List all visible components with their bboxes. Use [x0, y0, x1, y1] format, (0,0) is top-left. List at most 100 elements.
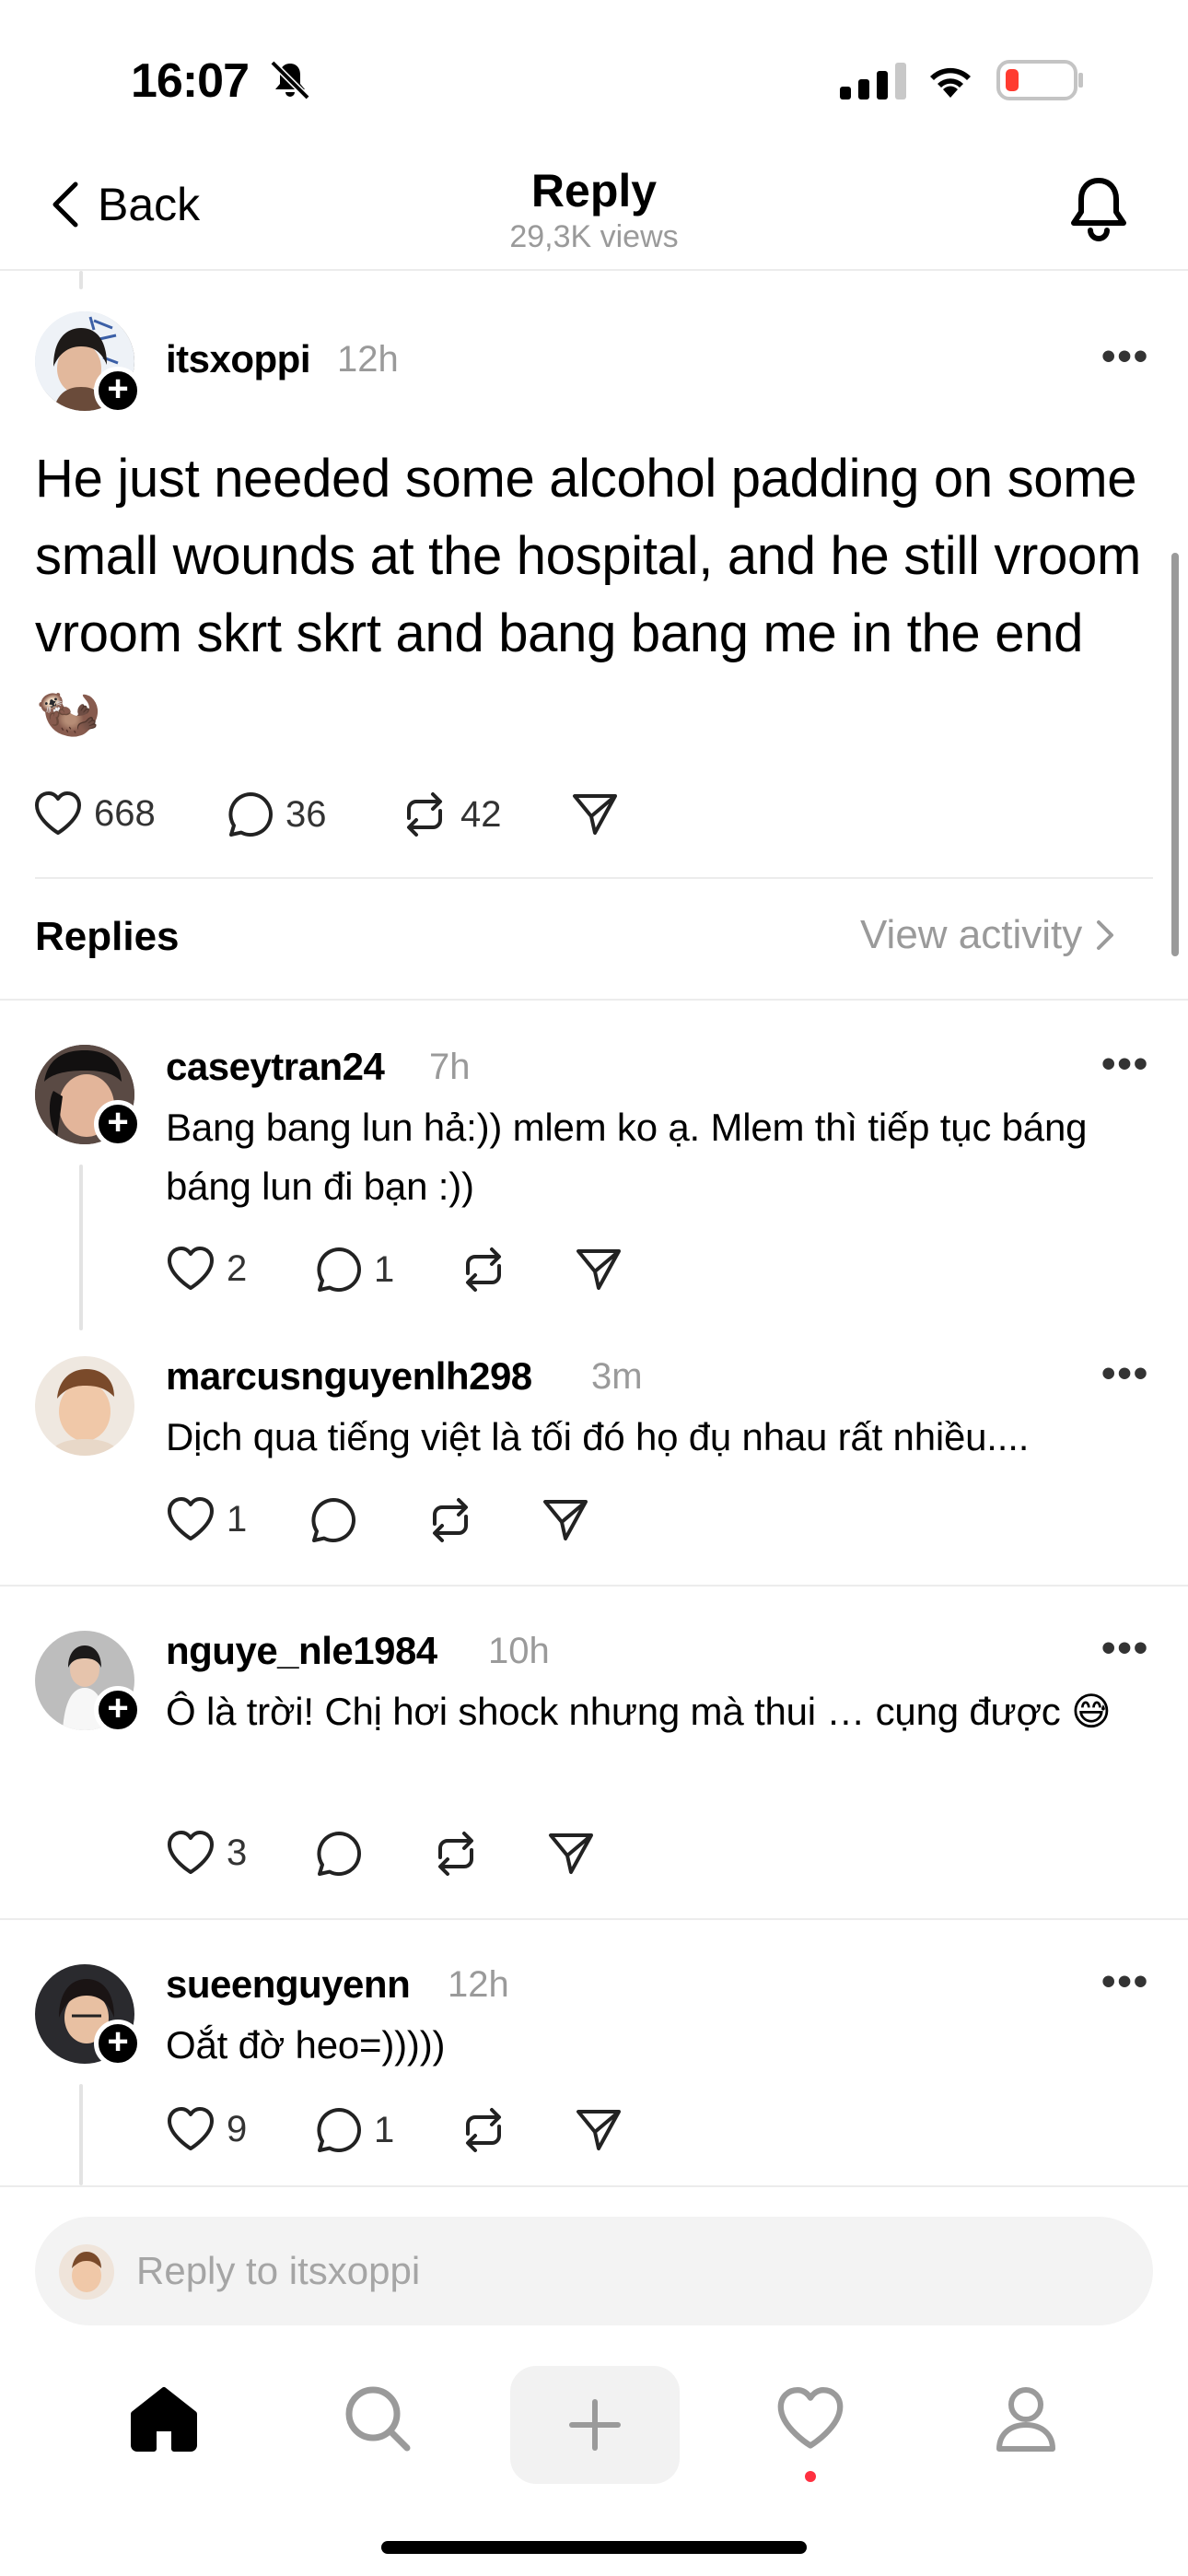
comment-button[interactable]	[309, 1496, 357, 1544]
reply-time: 3m	[591, 1356, 643, 1397]
status-time: 16:07	[131, 54, 250, 108]
share-button[interactable]	[547, 1830, 595, 1876]
view-activity-link[interactable]: View activity	[860, 912, 1115, 958]
repost-button[interactable]	[459, 2106, 508, 2154]
nav-profile[interactable]	[971, 2359, 1081, 2478]
divider	[0, 1918, 1188, 1920]
like-button[interactable]: 2	[166, 1246, 247, 1292]
thread-line	[79, 2084, 83, 2185]
like-count: 2	[227, 1247, 248, 1289]
post-time: 12h	[337, 339, 399, 380]
repost-button[interactable]	[431, 1830, 481, 1878]
replies-label: Replies	[35, 914, 180, 959]
home-icon	[131, 2387, 197, 2452]
repost-button[interactable]	[425, 1496, 475, 1544]
more-options-icon[interactable]: •••	[1101, 1625, 1149, 1671]
more-options-icon[interactable]: •••	[1101, 1959, 1149, 2005]
follow-plus-icon[interactable]: +	[94, 1100, 142, 1148]
profile-icon	[996, 2387, 1055, 2452]
more-options-icon[interactable]: •••	[1101, 1041, 1149, 1087]
thread-line	[79, 1165, 83, 1330]
share-button[interactable]	[542, 1496, 589, 1542]
like-button[interactable]: 3	[166, 1830, 247, 1876]
views-count: 29,3K views	[509, 219, 679, 254]
reply-time: 7h	[429, 1047, 471, 1087]
chevron-right-icon	[1097, 920, 1114, 950]
heart-icon	[777, 2387, 844, 2449]
home-indicator[interactable]	[381, 2541, 807, 2554]
follow-plus-icon[interactable]: +	[94, 2020, 142, 2067]
like-count: 3	[227, 1832, 248, 1873]
post-text: He just needed some alcohol padding on s…	[35, 449, 1141, 741]
repost-icon	[407, 792, 442, 837]
like-button[interactable]: 1	[166, 1496, 247, 1542]
battery-icon	[996, 60, 1083, 100]
more-options-icon[interactable]: •••	[1101, 334, 1149, 380]
send-icon	[577, 2110, 621, 2150]
avatar[interactable]	[35, 1356, 134, 1456]
divider	[0, 999, 1188, 1001]
heart-icon	[168, 1247, 214, 1290]
search-icon	[345, 2386, 411, 2452]
follow-plus-icon[interactable]: +	[94, 1686, 142, 1734]
nav-home[interactable]	[109, 2359, 219, 2478]
comment-button[interactable]	[315, 1830, 363, 1878]
reply-username[interactable]: caseytran24	[166, 1045, 385, 1089]
comment-count: 1	[374, 1248, 395, 1290]
like-count: 9	[227, 2108, 248, 2149]
reply-username[interactable]: sueenguyenn	[166, 1962, 411, 2007]
header: Back Reply 29,3K views	[0, 157, 1188, 271]
reply-time: 12h	[448, 1964, 509, 2005]
like-count: 668	[94, 792, 156, 834]
divider	[0, 2185, 1188, 2187]
reply-username[interactable]: nguye_nle1984	[166, 1629, 437, 1673]
comment-icon	[317, 1247, 361, 1292]
nav-create[interactable]	[510, 2366, 680, 2484]
comment-button[interactable]: 1	[315, 1246, 394, 1294]
bottom-nav	[0, 2359, 1188, 2488]
send-icon	[573, 794, 617, 835]
comment-icon	[317, 1832, 361, 1876]
share-button[interactable]	[571, 790, 619, 837]
send-icon	[549, 1833, 593, 1874]
repost-button[interactable]	[459, 1246, 508, 1294]
share-button[interactable]	[575, 2106, 623, 2152]
reply-text: Bang bang lun hả:)) mlem ko ạ. Mlem thì …	[166, 1106, 1088, 1208]
comment-icon	[311, 1498, 355, 1542]
reply-composer[interactable]	[35, 2217, 1153, 2325]
repost-button[interactable]: 42	[400, 790, 502, 838]
status-bar: 16:07	[0, 0, 1188, 138]
avatar-image	[35, 1356, 134, 1456]
nav-search[interactable]	[322, 2359, 433, 2478]
comment-button[interactable]: 36	[227, 790, 327, 838]
comment-count: 1	[374, 2109, 395, 2150]
like-count: 1	[227, 1498, 248, 1540]
comment-icon	[228, 792, 273, 837]
reply-text: Oắt đờ heo=)))))	[166, 2023, 446, 2067]
divider	[0, 1585, 1188, 1587]
share-button[interactable]	[575, 1246, 623, 1292]
nav-activity[interactable]	[755, 2359, 866, 2478]
view-activity-label: View activity	[860, 912, 1083, 957]
more-options-icon[interactable]: •••	[1101, 1351, 1149, 1397]
comment-button[interactable]: 1	[315, 2106, 394, 2154]
heart-icon	[168, 2107, 214, 2150]
page-title: Reply	[530, 165, 658, 217]
send-icon	[577, 1249, 621, 1290]
reply-username[interactable]: marcusnguyenlh298	[166, 1354, 532, 1399]
wifi-icon	[930, 67, 971, 98]
follow-plus-icon[interactable]: +	[94, 367, 142, 415]
notification-dot	[805, 2471, 816, 2482]
scrollbar[interactable]	[1171, 553, 1179, 956]
send-icon	[543, 1500, 588, 1540]
like-button[interactable]: 9	[166, 2106, 247, 2152]
heart-icon	[35, 791, 81, 835]
bell-icon[interactable]	[1066, 173, 1131, 243]
repost-count: 42	[460, 793, 502, 835]
heart-icon	[168, 1831, 214, 1874]
comment-icon	[317, 2108, 361, 2152]
like-button[interactable]: 668	[33, 790, 156, 837]
post-username[interactable]: itsxoppi	[166, 337, 311, 381]
comment-count: 36	[285, 793, 327, 835]
reply-input[interactable]	[136, 2217, 1131, 2325]
